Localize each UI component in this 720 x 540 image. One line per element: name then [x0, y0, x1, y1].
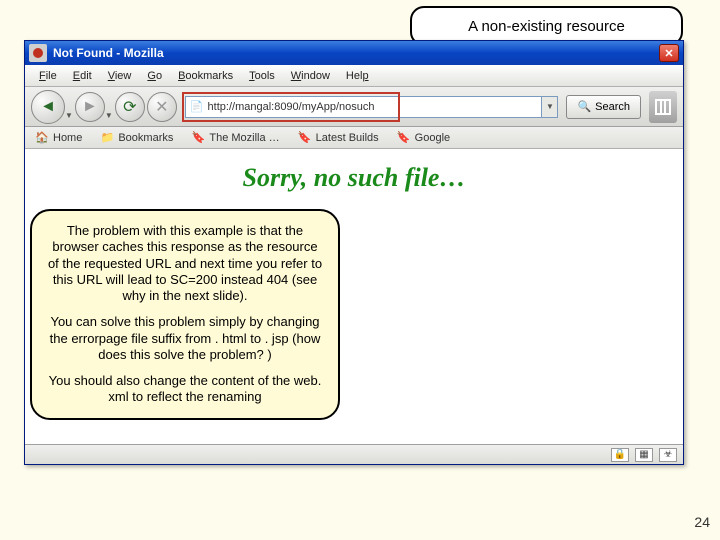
forward-button[interactable]: ►	[75, 92, 105, 122]
reload-button[interactable]: ⟳	[115, 92, 145, 122]
menu-bookmarks[interactable]: Bookmarks	[170, 68, 241, 84]
stop-button[interactable]: ✕	[147, 92, 177, 122]
status-security-icon: 🔒	[611, 448, 629, 462]
callout-paragraph-3: You should also change the content of th…	[46, 373, 324, 406]
search-button[interactable]: 🔍 Search	[566, 95, 641, 119]
titlebar: Not Found - Mozilla ✕	[25, 41, 683, 65]
url-input[interactable]: 📄 http://mangal:8090/myApp/nosuch	[185, 96, 543, 118]
slide-number: 24	[694, 514, 710, 530]
search-label: Search	[595, 101, 630, 113]
menu-tools[interactable]: Tools	[241, 68, 283, 84]
window-title: Not Found - Mozilla	[53, 46, 164, 60]
menu-view[interactable]: View	[100, 68, 140, 84]
url-dropdown[interactable]: ▼	[542, 96, 558, 118]
callout-top-text: A non-existing resource	[468, 18, 625, 35]
page-proxy-icon: 📄	[190, 100, 204, 113]
url-text: http://mangal:8090/myApp/nosuch	[208, 101, 375, 113]
back-arrow-icon: ◄	[40, 98, 56, 116]
bookmark-home[interactable]: 🏠 Home	[31, 131, 86, 145]
menu-edit[interactable]: Edit	[65, 68, 100, 84]
app-icon	[29, 44, 47, 62]
menu-file[interactable]: File	[31, 68, 65, 84]
close-button[interactable]: ✕	[659, 44, 679, 62]
callout-paragraph-2: You can solve this problem simply by cha…	[46, 314, 324, 363]
navigation-toolbar: ◄ ▼ ► ▼ ⟳ ✕ 📄 http://mangal:8090/myApp/n…	[25, 87, 683, 127]
forward-arrow-icon: ►	[82, 98, 98, 116]
throbber-icon	[649, 91, 677, 123]
forward-history-dropdown[interactable]: ▼	[105, 111, 113, 126]
bookmark-latest-builds[interactable]: 🔖 Latest Builds	[294, 131, 383, 145]
bookmark-icon: 🔖	[191, 132, 205, 144]
bookmark-icon: 🔖	[298, 132, 312, 144]
urlbar-container: 📄 http://mangal:8090/myApp/nosuch ▼	[185, 96, 559, 118]
stop-icon: ✕	[155, 97, 168, 117]
bookmark-google[interactable]: 🔖 Google	[393, 131, 454, 145]
folder-icon: 📁	[100, 132, 114, 144]
bookmark-icon: 🔖	[397, 132, 411, 144]
bookmark-mozilla[interactable]: 🔖 The Mozilla …	[187, 131, 283, 145]
back-button[interactable]: ◄	[31, 90, 65, 124]
callout-paragraph-1: The problem with this example is that th…	[46, 223, 324, 304]
menu-help[interactable]: Help	[338, 68, 377, 84]
home-icon: 🏠	[35, 132, 49, 144]
back-history-dropdown[interactable]: ▼	[65, 111, 73, 126]
statusbar: 🔒 ▦ ☣	[25, 444, 683, 464]
menu-go[interactable]: Go	[139, 68, 170, 84]
reload-icon: ⟳	[123, 97, 136, 117]
menu-window[interactable]: Window	[283, 68, 338, 84]
status-biohazard-icon: ☣	[659, 448, 677, 462]
error-heading: Sorry, no such file…	[45, 163, 663, 193]
menubar: File Edit View Go Bookmarks Tools Window…	[25, 65, 683, 87]
bookmarks-toolbar: 🏠 Home 📁 Bookmarks 🔖 The Mozilla … 🔖 Lat…	[25, 127, 683, 149]
status-component-icon: ▦	[635, 448, 653, 462]
bookmark-folder-bookmarks[interactable]: 📁 Bookmarks	[96, 131, 177, 145]
annotation-callout-left: The problem with this example is that th…	[30, 209, 340, 420]
close-icon: ✕	[664, 47, 673, 60]
search-icon: 🔍	[577, 100, 591, 113]
